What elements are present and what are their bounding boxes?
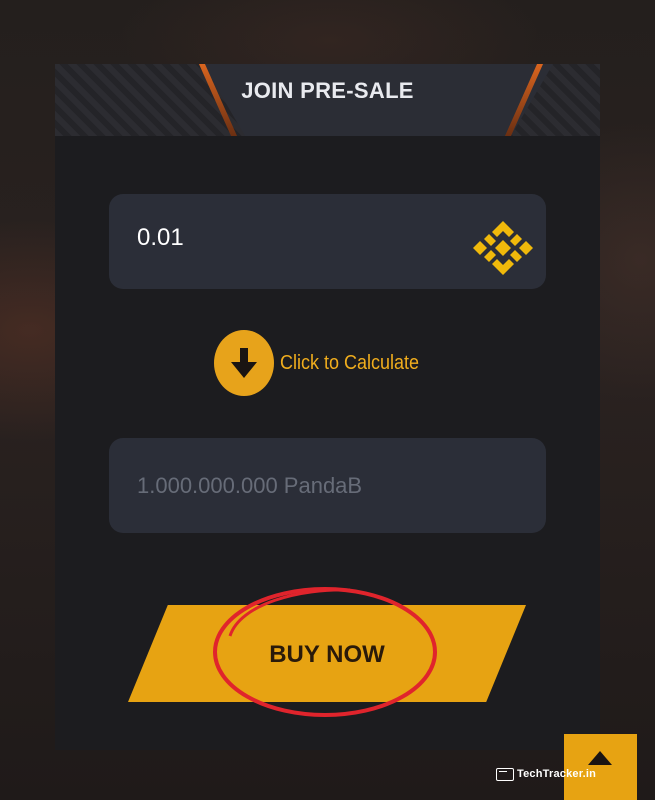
binance-bnb-icon xyxy=(473,221,533,275)
buy-now-button[interactable]: BUY NOW xyxy=(128,605,526,702)
calculate-button[interactable]: Click to Calculate xyxy=(214,330,435,396)
browser-window-icon xyxy=(496,767,514,781)
arrow-down-icon[interactable] xyxy=(214,330,274,396)
buy-now-label[interactable]: BUY NOW xyxy=(128,641,526,669)
page-title: JOIN PRE-SALE xyxy=(241,78,414,103)
token-amount-field[interactable]: 1.000.000.000 PandaB xyxy=(109,438,546,533)
calculate-label[interactable]: Click to Calculate xyxy=(280,352,419,375)
amount-value[interactable]: 0.01 xyxy=(137,224,184,252)
watermark: TechTracker.in xyxy=(496,765,596,783)
amount-input[interactable]: 0.01 xyxy=(109,194,546,289)
watermark-text: TechTracker.in xyxy=(517,768,597,780)
token-amount-placeholder: 1.000.000.000 PandaB xyxy=(137,473,363,498)
